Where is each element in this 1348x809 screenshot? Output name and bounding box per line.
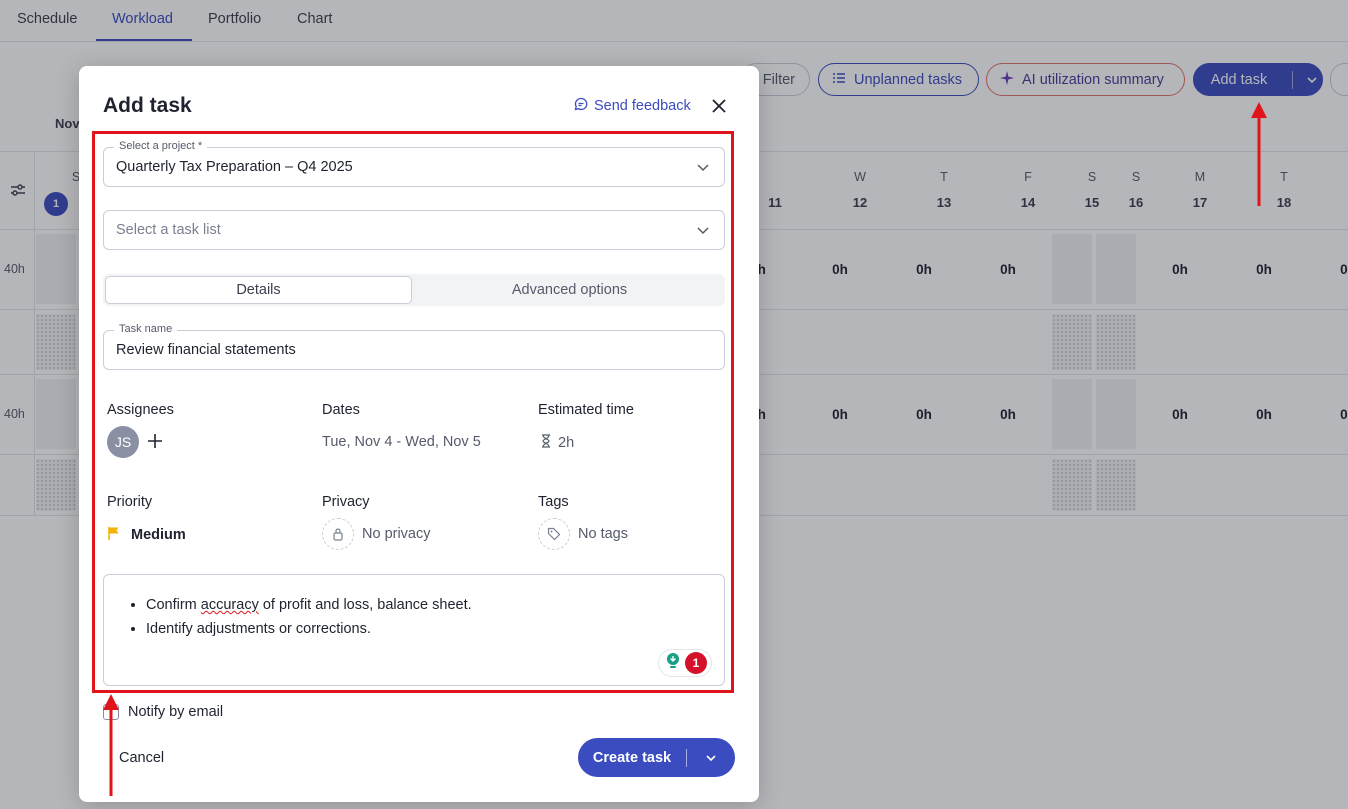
highlight-annotation-box bbox=[92, 131, 734, 693]
send-feedback-link[interactable]: Send feedback bbox=[574, 97, 691, 115]
create-task-button[interactable]: Create task bbox=[578, 738, 735, 777]
chevron-down-icon[interactable] bbox=[687, 754, 735, 762]
chat-bubble-icon bbox=[574, 97, 588, 115]
send-feedback-label: Send feedback bbox=[594, 98, 691, 114]
close-icon[interactable] bbox=[711, 98, 727, 114]
add-task-dialog: Add task Send feedback Select a project … bbox=[79, 66, 759, 802]
cancel-button[interactable]: Cancel bbox=[119, 750, 164, 766]
notify-label: Notify by email bbox=[128, 704, 224, 720]
annotation-arrow-up bbox=[1251, 102, 1267, 206]
annotation-arrow-up bbox=[103, 694, 119, 796]
create-task-label: Create task bbox=[592, 749, 672, 766]
dialog-title: Add task bbox=[103, 94, 192, 117]
